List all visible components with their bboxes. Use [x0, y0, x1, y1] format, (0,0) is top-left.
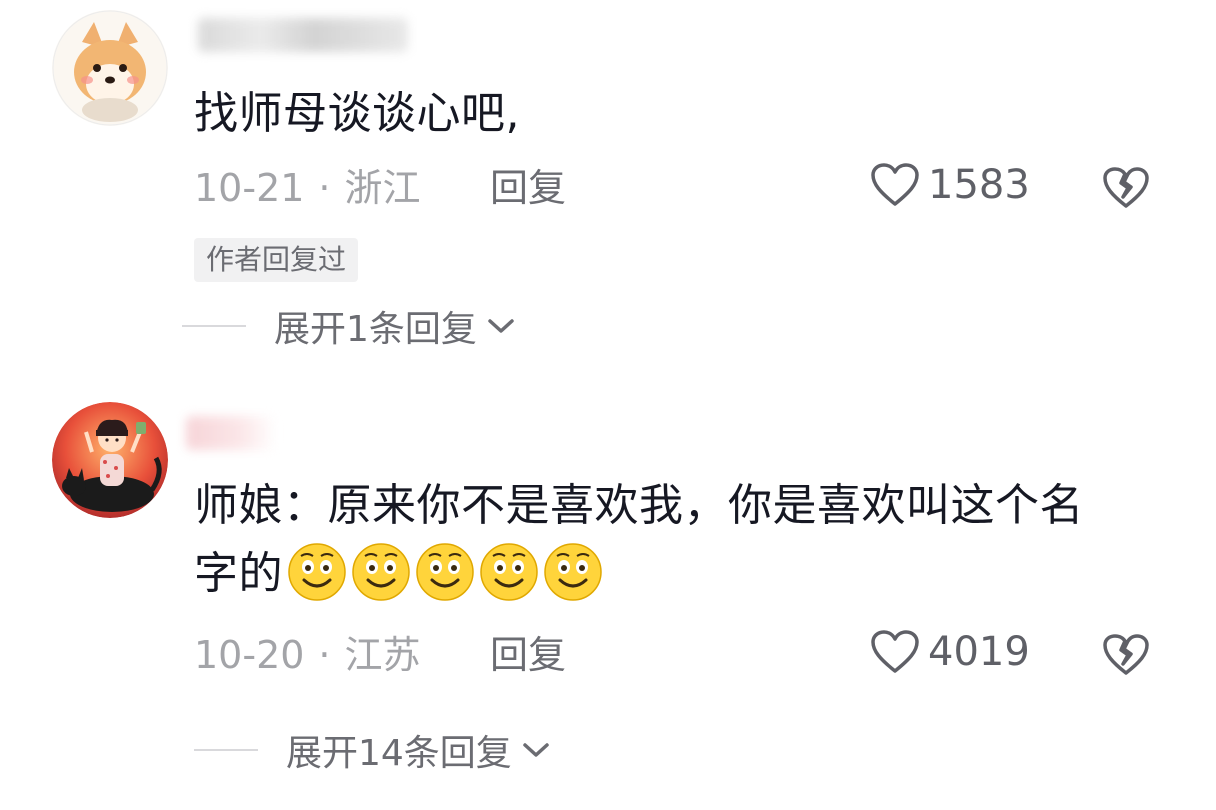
smiling-face-emoji-icon [544, 543, 602, 601]
comment-date: 10-20 [194, 633, 305, 677]
expand-replies-label: 展开1条回复 [274, 309, 477, 350]
comment-text: 找师母谈谈心吧, [194, 88, 520, 139]
comment-text-tail: 字的 [194, 548, 283, 599]
chevron-down-icon [488, 319, 514, 333]
shiba-dog-avatar-icon [52, 10, 168, 126]
like-button[interactable]: 4019 [870, 629, 1030, 675]
reply-button[interactable]: 回复 [490, 163, 566, 213]
girl-on-cat-avatar-icon [52, 402, 168, 518]
dislike-button[interactable] [1102, 633, 1150, 681]
smiling-face-emoji-icon [352, 543, 410, 601]
smiling-face-emoji-icon [288, 543, 346, 601]
like-button[interactable]: 1583 [870, 162, 1030, 208]
username-blurred[interactable] [198, 18, 408, 52]
expand-replies-button[interactable]: 展开14条回复 [194, 724, 550, 776]
comment-location: 浙江 [344, 166, 421, 210]
divider-line [194, 749, 258, 751]
like-count: 1583 [928, 162, 1030, 208]
heart-icon [871, 163, 919, 206]
avatar[interactable] [52, 10, 168, 126]
comment-text-line: 师娘：原来你不是喜欢我，你是喜欢叫这个名 [194, 480, 1084, 531]
avatar[interactable] [52, 402, 168, 518]
chevron-down-icon [523, 743, 549, 757]
smiling-face-emoji-icon [416, 543, 474, 601]
reply-button[interactable]: 回复 [490, 630, 566, 680]
like-count: 4019 [928, 629, 1030, 675]
comment-text-line-2: 字的 [194, 540, 1174, 608]
comment-meta: 10-20 · 江苏 [194, 630, 421, 680]
expand-replies-label: 展开14条回复 [286, 733, 512, 774]
broken-heart-icon [1103, 167, 1149, 208]
username-blurred[interactable] [186, 416, 276, 450]
meta-separator: · [318, 633, 331, 677]
comment-date: 10-21 [194, 166, 305, 210]
broken-heart-icon [1103, 634, 1149, 675]
author-replied-badge: 作者回复过 [194, 238, 359, 282]
meta-separator: · [318, 166, 331, 210]
heart-icon [871, 630, 919, 673]
comment-text: 师娘：原来你不是喜欢我，你是喜欢叫这个名 字的 [194, 472, 1174, 608]
comment-meta: 10-21 · 浙江 [194, 163, 421, 213]
smiling-face-emoji-icon [480, 543, 538, 601]
expand-replies-button[interactable]: 展开1条回复 [182, 300, 515, 352]
emoji-group [287, 542, 603, 602]
dislike-button[interactable] [1102, 166, 1150, 214]
comment-location: 江苏 [344, 633, 421, 677]
divider-line [182, 325, 246, 327]
